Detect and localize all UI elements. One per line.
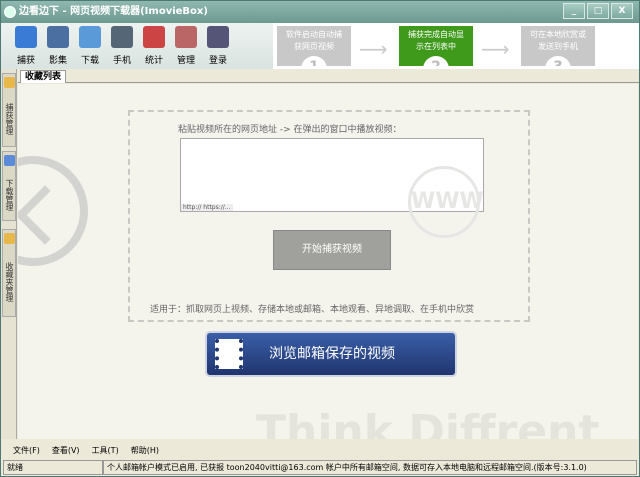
step-number: 3 (545, 56, 571, 66)
close-button[interactable]: X (611, 3, 633, 19)
main-content: Think Diffrent 粘贴视频所在的网页地址 -> 在弹出的窗口中播放视… (18, 84, 638, 439)
menu-view[interactable]: 查看(V) (52, 444, 80, 458)
side-tab-favorites[interactable]: 收藏夹管理 (2, 229, 16, 317)
browse-mailbox-videos-button[interactable]: 浏览邮箱保存的视频 (205, 331, 457, 377)
toolbar-icon (15, 26, 37, 48)
toolbar-button-0[interactable]: 捕获 (11, 26, 41, 66)
side-tab-label: 捕获管理 (5, 103, 14, 135)
start-capture-button[interactable]: 开始捕获视频 (273, 230, 391, 270)
step-2: 捕获完成自动显示在列表中 2 (399, 26, 473, 66)
tab-bar: 收藏列表 (18, 69, 639, 83)
toolbar-icon (175, 26, 197, 48)
step-number: 2 (423, 56, 449, 66)
toolbar-label: 管理 (176, 56, 195, 66)
title-bar[interactable]: 边看边下 - 网页视频下载器(ImovieBox) _ □ X (1, 1, 639, 23)
capture-box: 粘贴视频所在的网页地址 -> 在弹出的窗口中播放视频： http:// http… (128, 110, 530, 322)
download-icon (4, 155, 15, 166)
toolbar-label: 统计 (144, 56, 163, 66)
status-ready: 就绪 (3, 460, 103, 475)
side-tab-label: 收藏夹管理 (5, 262, 14, 302)
toolbar-icon (79, 26, 101, 48)
menu-help[interactable]: 帮助(H) (131, 444, 159, 458)
favorites-icon (4, 233, 15, 244)
maximize-button[interactable]: □ (587, 3, 609, 19)
menu-bar: 文件(F) 查看(V) 工具(T) 帮助(H) (1, 444, 639, 458)
toolbar-button-1[interactable]: 影集 (43, 26, 73, 66)
side-tab-label: 下载管理 (5, 179, 14, 211)
menu-file[interactable]: 文件(F) (13, 444, 40, 458)
toolbar-icon (143, 26, 165, 48)
globe-icon: WWW (408, 166, 484, 238)
browse-label: 浏览邮箱保存的视频 (269, 346, 395, 362)
toolbar-icon (111, 26, 133, 48)
watermark: Think Diffrent (256, 406, 600, 439)
back-arrow-icon[interactable] (18, 156, 88, 266)
toolbar-label: 手机 (112, 56, 131, 66)
toolbar-button-4[interactable]: 统计 (139, 26, 169, 66)
side-panel: 捕获管理 下载管理 收藏夹管理 (1, 69, 17, 439)
usage-text: 适用于：抓取网页上视频、存储本地或邮箱、本地观看、异地调取、在手机中欣赏 (150, 305, 475, 315)
side-tab-download[interactable]: 下载管理 (2, 151, 16, 221)
app-window: 边看边下 - 网页视频下载器(ImovieBox) _ □ X 捕获 影集 下载 手机… (0, 0, 640, 477)
status-message: 个人邮箱帐户模式已启用, 已获报 toon2040vitti@163.com 帐… (103, 460, 637, 475)
side-tab-capture[interactable]: 捕获管理 (2, 73, 16, 147)
step-number: 1 (301, 56, 327, 66)
toolbar-label: 捕获 (16, 56, 35, 66)
arrow-right-icon: ⟶ (481, 37, 510, 61)
step-text: 可在本地欣赏或发送到手机 (530, 30, 586, 51)
window-title: 边看边下 - 网页视频下载器(ImovieBox) (19, 6, 208, 17)
step-text: 捕获完成自动显示在列表中 (408, 30, 464, 51)
url-hint: 粘贴视频所在的网页地址 -> 在弹出的窗口中播放视频： (178, 125, 402, 135)
toolbar-icon (47, 26, 69, 48)
step-1: 软件启动自动捕获网页视频 1 (277, 26, 351, 66)
url-placeholder: http:// https://... (181, 204, 233, 211)
toolbar-button-5[interactable]: 管理 (171, 26, 201, 66)
film-icon (215, 339, 243, 369)
toolbar-label: 下载 (80, 56, 99, 66)
steps-banner: 软件启动自动捕获网页视频 1 ⟶ 捕获完成自动显示在列表中 2 ⟶ 可在本地欣赏或发送到手机… (273, 23, 639, 69)
step-text: 软件启动自动捕获网页视频 (286, 30, 342, 51)
toolbar-button-3[interactable]: 手机 (107, 26, 137, 66)
toolbar-label: 影集 (48, 56, 67, 66)
minimize-button[interactable]: _ (563, 3, 585, 19)
capture-icon (4, 77, 15, 88)
arrow-right-icon: ⟶ (359, 37, 388, 61)
toolbar-button-2[interactable]: 下载 (75, 26, 105, 66)
toolbar-button-6[interactable]: 登录 (203, 26, 233, 66)
app-icon (4, 6, 16, 18)
toolbar-icon (207, 26, 229, 48)
status-bar: 就绪 个人邮箱帐户模式已启用, 已获报 toon2040vitti@163.co… (3, 460, 637, 475)
step-3: 可在本地欣赏或发送到手机 3 (521, 26, 595, 66)
toolbar-label: 登录 (208, 56, 227, 66)
menu-tools[interactable]: 工具(T) (92, 444, 119, 458)
tab-favorites-list[interactable]: 收藏列表 (20, 70, 67, 83)
